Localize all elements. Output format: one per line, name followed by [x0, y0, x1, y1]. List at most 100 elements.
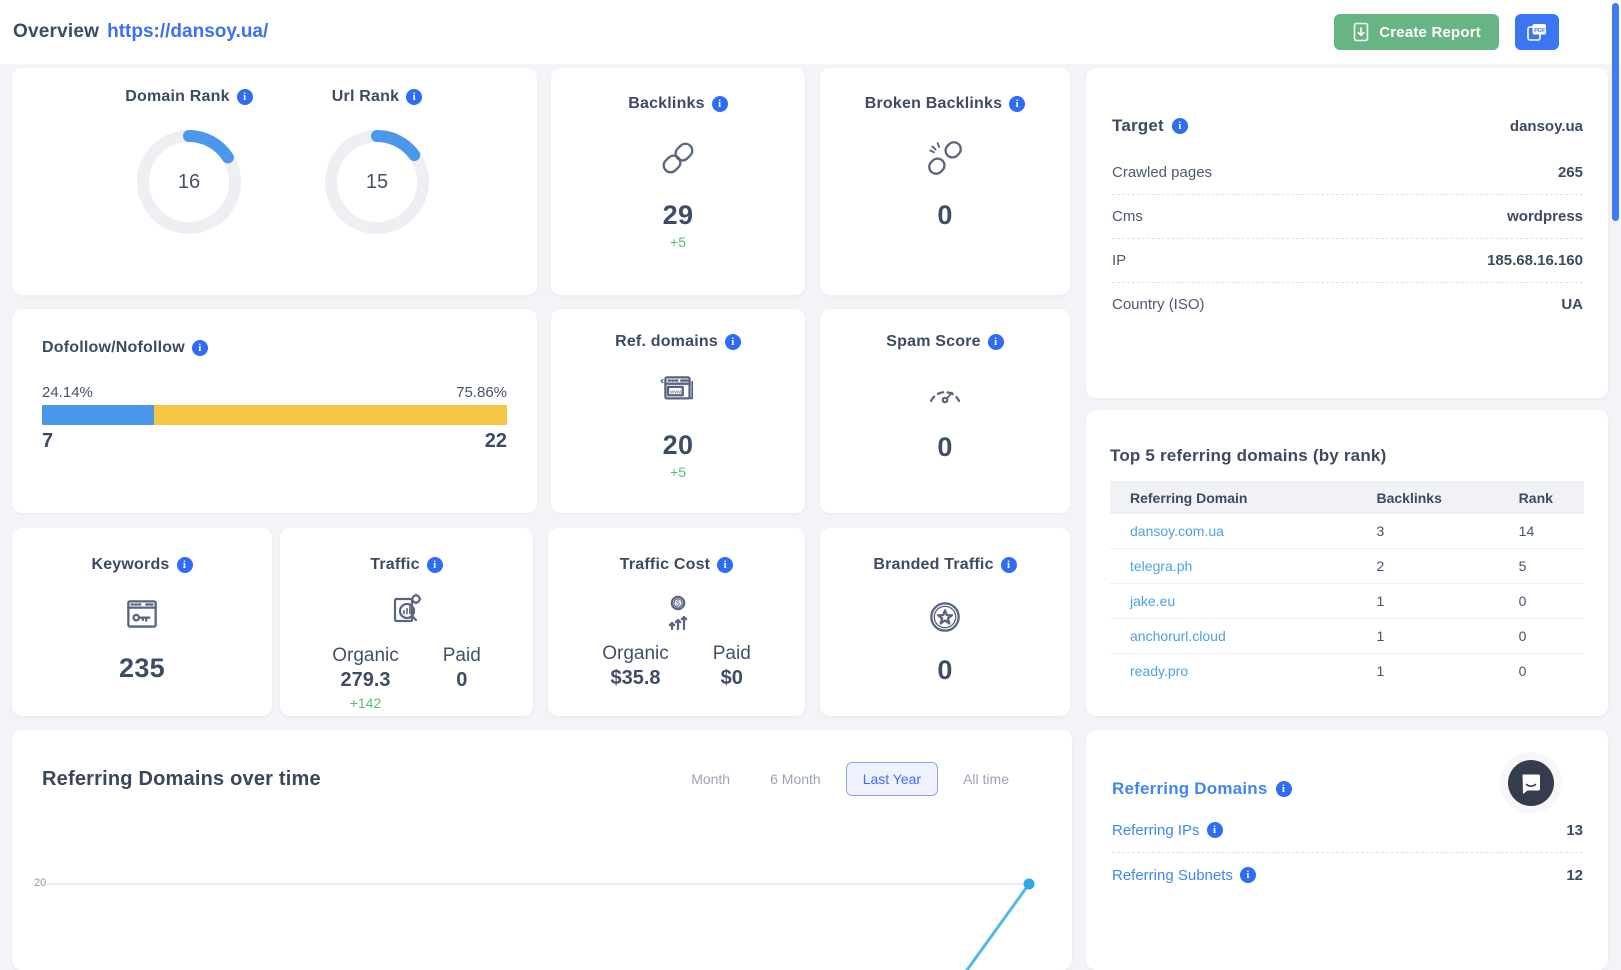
- info-icon[interactable]: [237, 89, 253, 105]
- info-icon[interactable]: [1276, 781, 1292, 797]
- ref-domains-label: Ref. domains: [615, 333, 718, 351]
- info-icon[interactable]: [192, 340, 208, 356]
- info-icon[interactable]: [1009, 96, 1025, 112]
- referring-ips-value: 13: [1566, 822, 1583, 839]
- referring-domain-link[interactable]: jake.eu: [1130, 593, 1175, 609]
- top-header: Overview https://dansoy.ua/ Create Repor…: [0, 0, 1621, 64]
- cost-paid-value: $0: [721, 667, 743, 690]
- cell-backlinks: 2: [1356, 549, 1498, 584]
- gauge-meter-icon: [925, 377, 965, 410]
- keywords-card: Keywords 235: [12, 528, 272, 716]
- broken-backlinks-value: 0: [937, 200, 952, 231]
- nofollow-percent: 75.86%: [456, 384, 507, 401]
- row-label: Country (ISO): [1112, 296, 1205, 313]
- tab-last-year[interactable]: Last Year: [846, 762, 938, 796]
- table-row: dansoy.com.ua 3 14: [1110, 514, 1584, 549]
- info-icon[interactable]: [717, 557, 733, 573]
- table-row: jake.eu 1 0: [1110, 584, 1584, 619]
- y-axis-label-20: 20: [34, 877, 46, 889]
- info-icon[interactable]: [1001, 557, 1017, 573]
- svg-text:$: $: [676, 601, 680, 608]
- row-label: Crawled pages: [1112, 164, 1212, 181]
- pdf-export-button[interactable]: PDF: [1515, 14, 1559, 50]
- top5-table: Referring Domain Backlinks Rank dansoy.c…: [1110, 481, 1584, 688]
- target-url-link[interactable]: https://dansoy.ua/: [107, 21, 268, 43]
- svg-text:PDF: PDF: [1534, 28, 1546, 34]
- info-icon[interactable]: [406, 89, 422, 105]
- tab-month[interactable]: Month: [676, 762, 745, 796]
- info-icon[interactable]: [1207, 822, 1223, 838]
- row-label: Cms: [1112, 208, 1143, 225]
- info-icon[interactable]: [177, 557, 193, 573]
- cell-rank: 5: [1499, 549, 1584, 584]
- traffic-organic-value: 279.3: [340, 669, 390, 692]
- referring-domains-title: Referring Domains: [1112, 779, 1268, 799]
- col-referring-domain: Referring Domain: [1110, 481, 1356, 514]
- report-download-icon: [1352, 22, 1370, 42]
- cell-rank: 0: [1499, 654, 1584, 689]
- cell-rank: 14: [1499, 514, 1584, 549]
- info-icon[interactable]: [427, 557, 443, 573]
- referring-domain-link[interactable]: ready.pro: [1130, 663, 1188, 679]
- cell-backlinks: 1: [1356, 619, 1498, 654]
- cell-backlinks: 3: [1356, 514, 1498, 549]
- ref-domains-card: Ref. domains www 20 +5: [551, 309, 805, 513]
- broken-backlinks-card: Broken Backlinks 0: [820, 68, 1070, 295]
- pdf-icon: PDF: [1525, 21, 1549, 43]
- row-value: 265: [1558, 164, 1583, 181]
- row-label: Referring Subnets: [1112, 867, 1233, 884]
- create-report-button[interactable]: Create Report: [1334, 14, 1499, 50]
- tab-all-time[interactable]: All time: [948, 762, 1024, 796]
- tab-6-month[interactable]: 6 Month: [755, 762, 836, 796]
- backlinks-delta: +5: [670, 234, 686, 250]
- traffic-paid-value: 0: [456, 669, 467, 692]
- traffic-analytics-icon: [387, 590, 427, 635]
- traffic-cost-label: Traffic Cost: [620, 556, 710, 574]
- row-value: UA: [1561, 296, 1583, 313]
- chat-widget-button[interactable]: [1508, 760, 1554, 806]
- referring-domain-link[interactable]: dansoy.com.ua: [1130, 523, 1224, 539]
- dofollow-nofollow-card: Dofollow/Nofollow 24.14% 75.86% 7 22: [12, 309, 537, 513]
- table-row: telegra.ph 2 5: [1110, 549, 1584, 584]
- domain-rank-value: 16: [135, 128, 243, 236]
- rank-card: Domain Rank 16 Url Rank 15: [12, 68, 537, 295]
- row-label: Referring IPs: [1112, 822, 1200, 839]
- cell-backlinks: 1: [1356, 584, 1498, 619]
- info-icon[interactable]: [712, 96, 728, 112]
- page-title: Overview: [13, 21, 99, 43]
- referring-ips-row: Referring IPs 13: [1112, 808, 1583, 852]
- top5-referring-domains-panel: Top 5 referring domains (by rank) Referr…: [1086, 410, 1608, 716]
- keywords-label: Keywords: [91, 556, 169, 574]
- referring-subnets-link[interactable]: Referring Subnets: [1112, 867, 1256, 884]
- traffic-organic-delta: +142: [350, 695, 382, 711]
- cost-organic-label: Organic: [602, 643, 669, 665]
- domain-rank-label: Domain Rank: [125, 88, 229, 106]
- url-rank-gauge: 15: [323, 128, 431, 236]
- traffic-paid-label: Paid: [443, 645, 481, 667]
- svg-text:www: www: [669, 390, 683, 396]
- info-icon[interactable]: [1172, 118, 1188, 134]
- referring-domain-link[interactable]: anchorurl.cloud: [1130, 628, 1226, 644]
- spam-score-label: Spam Score: [886, 333, 980, 351]
- referring-domain-link[interactable]: telegra.ph: [1130, 558, 1192, 574]
- row-value: wordpress: [1507, 208, 1583, 225]
- target-value: dansoy.ua: [1510, 118, 1583, 135]
- backlinks-value: 29: [663, 200, 694, 231]
- info-icon[interactable]: [988, 334, 1004, 350]
- cost-organic-value: $35.8: [610, 667, 660, 690]
- info-icon[interactable]: [1240, 867, 1256, 883]
- ref-domains-delta: +5: [670, 464, 686, 480]
- branded-traffic-value: 0: [937, 655, 952, 686]
- info-icon[interactable]: [725, 334, 741, 350]
- referring-ips-link[interactable]: Referring IPs: [1112, 822, 1223, 839]
- create-report-label: Create Report: [1379, 24, 1481, 41]
- traffic-organic-label: Organic: [332, 645, 399, 667]
- keywords-value: 235: [119, 653, 165, 684]
- target-label: Target: [1112, 116, 1164, 136]
- chat-bubble-icon: [1520, 771, 1542, 795]
- traffic-card: Traffic Organic 279.3 +142 Paid 0: [280, 528, 533, 716]
- chart-range-tabs: Month 6 Month Last Year All time: [676, 762, 1024, 796]
- scrollbar-thumb[interactable]: [1612, 3, 1619, 221]
- url-rank-label: Url Rank: [332, 88, 399, 106]
- col-rank: Rank: [1499, 481, 1584, 514]
